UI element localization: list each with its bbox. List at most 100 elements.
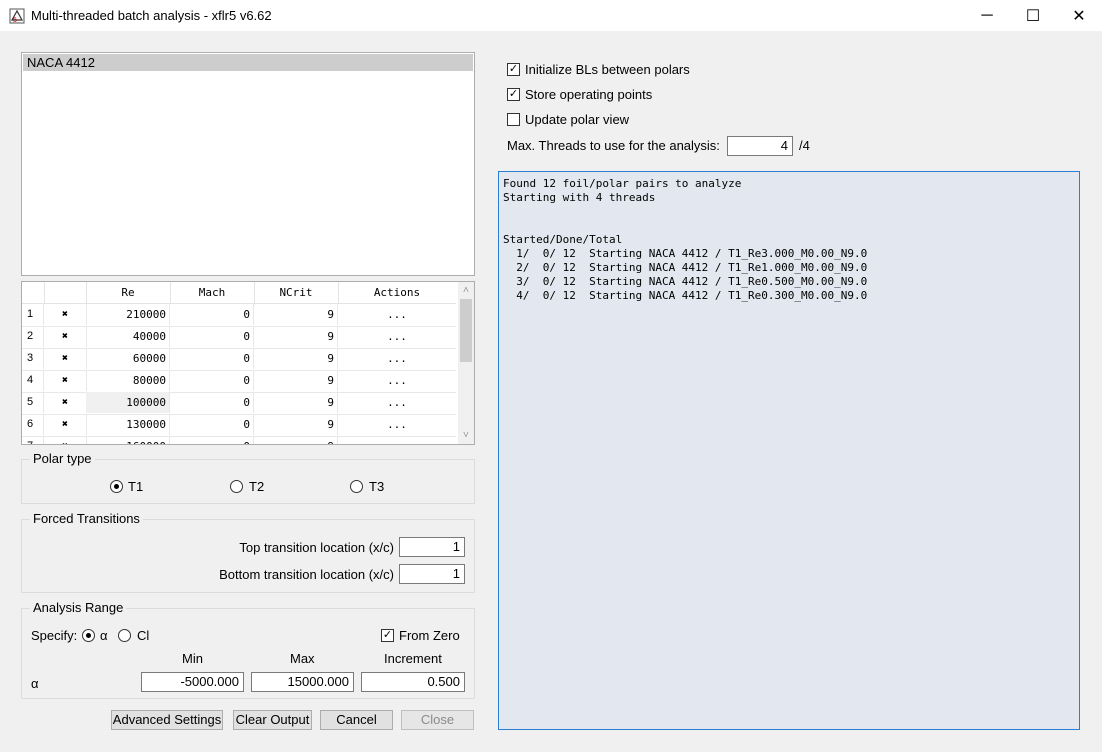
ncrit-cell[interactable]: 9 (254, 392, 338, 413)
polar-type-group: Polar type T1 T2 T3 (21, 451, 475, 504)
advanced-settings-button[interactable]: Advanced Settings (111, 710, 223, 730)
delete-icon[interactable]: ✖ (44, 348, 87, 369)
actions-menu-button[interactable]: ... (338, 392, 456, 413)
foil-list[interactable]: NACA 4412 (21, 52, 475, 276)
mach-cell[interactable]: 0 (170, 392, 254, 413)
table-row[interactable]: 2 ✖ 40000 0 9 ... (22, 326, 456, 349)
delete-icon[interactable]: ✖ (44, 370, 87, 391)
table-row[interactable]: 1 ✖ 210000 0 9 ... (22, 304, 456, 327)
radio-alpha[interactable] (82, 629, 95, 642)
ncrit-cell[interactable]: 9 (254, 326, 338, 347)
actions-menu-button[interactable]: ... (338, 414, 456, 435)
row-number: 4 (22, 370, 44, 391)
top-transition-label: Top transition location (x/c) (239, 540, 394, 555)
from-zero-checkbox[interactable]: ✓ (381, 629, 394, 642)
alpha-increment-input[interactable]: 0.500 (361, 672, 465, 692)
update-view-label: Update polar view (525, 112, 630, 127)
actions-menu-button[interactable]: ... (338, 326, 456, 347)
mach-cell[interactable]: 0 (170, 436, 254, 444)
close-button[interactable]: Close (401, 710, 474, 730)
analysis-range-group: Analysis Range Specify: α Cl ✓ From Zero… (21, 600, 475, 699)
row-number: 7 (22, 436, 44, 444)
bottom-transition-label: Bottom transition location (x/c) (219, 567, 394, 582)
table-row[interactable]: 5 ✖ 100000 0 9 ... (22, 392, 456, 415)
table-row[interactable]: 3 ✖ 60000 0 9 ... (22, 348, 456, 371)
increment-column-label: Increment (384, 651, 442, 666)
delete-icon[interactable]: ✖ (44, 304, 87, 325)
ncrit-cell[interactable]: 9 (254, 348, 338, 369)
table-row[interactable]: 7 ✖ 160000 0 9 ... (22, 436, 456, 444)
from-zero-label: From Zero (399, 628, 460, 643)
actions-menu-button[interactable]: ... (338, 348, 456, 369)
actions-menu-button[interactable]: ... (338, 370, 456, 391)
alpha-min-input[interactable]: -5000.000 (141, 672, 244, 692)
re-cell[interactable]: 80000 (86, 370, 170, 391)
ncrit-cell[interactable]: 9 (254, 436, 338, 444)
top-transition-input[interactable]: 1 (399, 537, 465, 557)
analysis-range-title: Analysis Range (30, 600, 127, 615)
scrollbar-thumb[interactable] (460, 299, 472, 362)
table-row[interactable]: 6 ✖ 130000 0 9 ... (22, 414, 456, 437)
xflr5-icon: 5 (9, 8, 25, 24)
column-header-re[interactable]: Re (86, 282, 171, 304)
bottom-transition-input[interactable]: 1 (399, 564, 465, 584)
clear-output-button[interactable]: Clear Output (233, 710, 312, 730)
alpha-max-input[interactable]: 15000.000 (251, 672, 354, 692)
row-number: 5 (22, 392, 44, 413)
mach-cell[interactable]: 0 (170, 326, 254, 347)
row-number: 3 (22, 348, 44, 369)
re-cell[interactable]: 40000 (86, 326, 170, 347)
output-log[interactable]: Found 12 foil/polar pairs to analyze Sta… (498, 171, 1080, 730)
actions-menu-button[interactable]: ... (338, 436, 456, 444)
row-number: 2 (22, 326, 44, 347)
window-title: Multi-threaded batch analysis - xflr5 v6… (31, 8, 272, 23)
radio-cl[interactable] (118, 629, 131, 642)
re-cell[interactable]: 100000 (86, 392, 170, 413)
re-cell[interactable]: 160000 (86, 436, 170, 444)
row-number: 6 (22, 414, 44, 435)
store-opp-checkbox[interactable]: ✓ (507, 88, 520, 101)
delete-icon[interactable]: ✖ (44, 392, 87, 413)
actions-menu-button[interactable]: ... (338, 304, 456, 325)
mach-cell[interactable]: 0 (170, 348, 254, 369)
alpha-row-label: α (31, 676, 39, 691)
radio-t3[interactable] (350, 480, 363, 493)
close-window-button[interactable]: ✕ (1056, 0, 1102, 31)
ncrit-cell[interactable]: 9 (254, 414, 338, 435)
foil-name: NACA 4412 (27, 55, 95, 70)
polar-type-title: Polar type (30, 451, 95, 466)
max-threads-total: /4 (799, 138, 810, 153)
column-header-ncrit[interactable]: NCrit (254, 282, 339, 304)
radio-t1[interactable] (110, 480, 123, 493)
maximize-button[interactable]: ☐ (1010, 0, 1056, 31)
delete-icon[interactable]: ✖ (44, 436, 87, 444)
ncrit-cell[interactable]: 9 (254, 304, 338, 325)
table-scrollbar[interactable]: ˄ ˅ (458, 282, 474, 444)
foil-list-item[interactable]: NACA 4412 (23, 54, 473, 71)
forced-transitions-group: Forced Transitions Top transition locati… (21, 511, 475, 593)
table-row[interactable]: 4 ✖ 80000 0 9 ... (22, 370, 456, 393)
max-threads-input[interactable]: 4 (727, 136, 793, 156)
column-header-mach[interactable]: Mach (170, 282, 255, 304)
mach-cell[interactable]: 0 (170, 304, 254, 325)
radio-t2[interactable] (230, 480, 243, 493)
delete-icon[interactable]: ✖ (44, 326, 87, 347)
cancel-button[interactable]: Cancel (320, 710, 393, 730)
re-cell[interactable]: 60000 (86, 348, 170, 369)
mach-cell[interactable]: 0 (170, 370, 254, 391)
column-header-actions[interactable]: Actions (338, 282, 456, 304)
mach-cell[interactable]: 0 (170, 414, 254, 435)
update-view-checkbox[interactable] (507, 113, 520, 126)
scroll-up-icon[interactable]: ˄ (458, 282, 474, 299)
polar-table[interactable]: Re Mach NCrit Actions 1 ✖ 210000 0 9 ...… (21, 281, 475, 445)
ncrit-cell[interactable]: 9 (254, 370, 338, 391)
max-threads-label: Max. Threads to use for the analysis: (507, 138, 720, 153)
scroll-down-icon[interactable]: ˅ (458, 427, 474, 444)
re-cell[interactable]: 210000 (86, 304, 170, 325)
min-column-label: Min (182, 651, 203, 666)
re-cell[interactable]: 130000 (86, 414, 170, 435)
row-number: 1 (22, 304, 44, 325)
minimize-button[interactable]: ─ (964, 0, 1010, 31)
delete-icon[interactable]: ✖ (44, 414, 87, 435)
init-bl-checkbox[interactable]: ✓ (507, 63, 520, 76)
